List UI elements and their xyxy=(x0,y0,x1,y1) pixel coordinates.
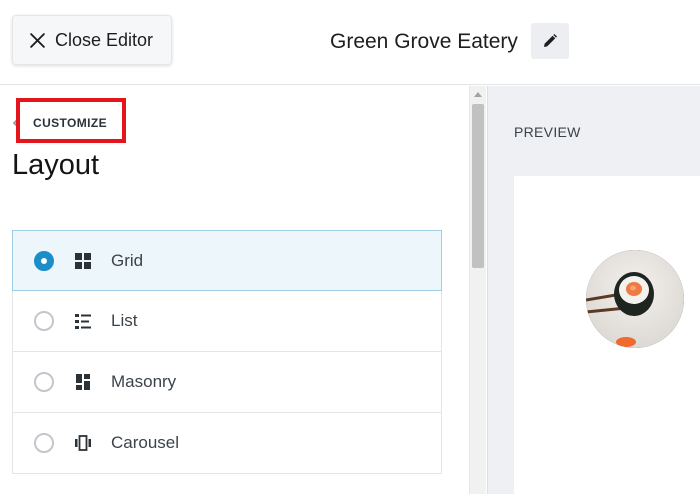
masonry-icon xyxy=(74,373,92,391)
preview-feed-card xyxy=(514,176,700,494)
radio-button[interactable] xyxy=(34,372,54,392)
preview-label: PREVIEW xyxy=(514,124,581,140)
radio-button[interactable] xyxy=(34,311,54,331)
carousel-icon xyxy=(74,434,92,452)
close-icon xyxy=(30,32,45,48)
sidebar-scrollbar[interactable] xyxy=(469,86,486,494)
edit-title-button[interactable] xyxy=(531,23,569,59)
scroll-up-arrow-icon[interactable] xyxy=(474,92,482,97)
profile-avatar[interactable] xyxy=(586,250,684,348)
layout-option-carousel[interactable]: Carousel xyxy=(12,413,442,474)
close-editor-button[interactable]: Close Editor xyxy=(12,15,172,65)
section-title: Layout xyxy=(12,149,100,181)
layout-option-grid[interactable]: Grid xyxy=(12,230,442,291)
feed-title: Green Grove Eatery xyxy=(330,30,518,53)
layout-options-list: Grid List Masonry Carousel xyxy=(12,230,442,474)
list-icon xyxy=(74,312,92,330)
layout-option-label: Masonry xyxy=(111,372,177,391)
grid-icon xyxy=(74,252,92,270)
layout-option-label: Grid xyxy=(111,250,144,270)
radio-button-selected[interactable] xyxy=(34,250,54,271)
sushi-photo-icon xyxy=(586,250,684,348)
layout-option-masonry[interactable]: Masonry xyxy=(12,352,442,413)
editor-top-bar: Close Editor Green Grove Eatery xyxy=(0,0,700,85)
pencil-icon xyxy=(544,34,557,47)
layout-option-list[interactable]: List xyxy=(12,291,442,352)
breadcrumb-customize[interactable]: CUSTOMIZE xyxy=(33,116,107,130)
layout-option-label: List xyxy=(111,311,138,330)
preview-panel: PREVIEW xyxy=(487,86,700,494)
close-editor-label: Close Editor xyxy=(55,29,154,50)
radio-button[interactable] xyxy=(34,433,54,453)
scrollbar-thumb[interactable] xyxy=(472,104,484,268)
layout-option-label: Carousel xyxy=(111,433,180,452)
